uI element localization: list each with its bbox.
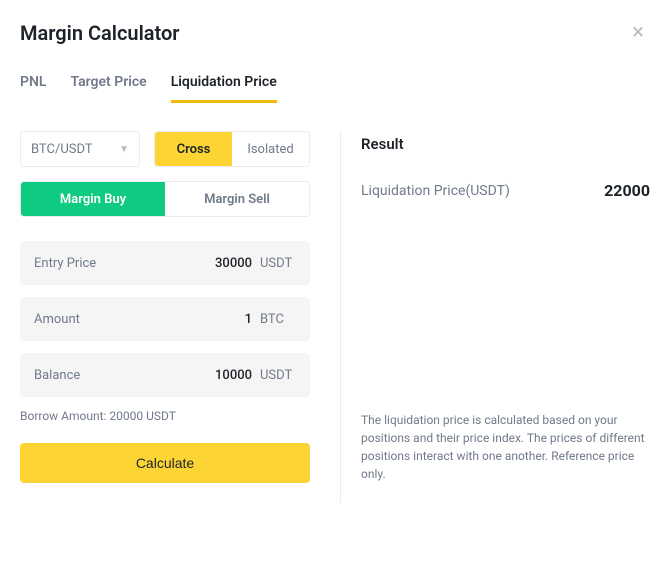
mode-toggle: Cross Isolated [154, 131, 310, 167]
margin-sell-button[interactable]: Margin Sell [165, 182, 309, 216]
amount-input[interactable] [162, 312, 252, 327]
liquidation-price-value: 22000 [604, 181, 650, 200]
pair-select-value: BTC/USDT [31, 142, 93, 157]
header: Margin Calculator × [20, 20, 650, 46]
page-title: Margin Calculator [20, 21, 180, 45]
result-panel: Result Liquidation Price(USDT) 22000 The… [340, 131, 650, 503]
liquidation-price-label: Liquidation Price(USDT) [361, 183, 510, 199]
tab-liquidation-price[interactable]: Liquidation Price [171, 74, 277, 103]
mode-cross-button[interactable]: Cross [155, 132, 232, 166]
balance-label: Balance [34, 368, 162, 383]
borrow-amount-text: Borrow Amount: 20000 USDT [20, 409, 310, 423]
tabs: PNL Target Price Liquidation Price [20, 74, 650, 103]
entry-price-unit: USDT [260, 256, 296, 271]
tab-pnl[interactable]: PNL [20, 74, 46, 103]
pair-select[interactable]: BTC/USDT ▼ [20, 131, 140, 167]
form-panel: BTC/USDT ▼ Cross Isolated Margin Buy Mar… [20, 131, 340, 503]
calculate-button[interactable]: Calculate [20, 443, 310, 483]
amount-unit: BTC [260, 312, 296, 327]
balance-unit: USDT [260, 368, 296, 383]
margin-buy-button[interactable]: Margin Buy [21, 182, 165, 216]
entry-price-input[interactable] [162, 256, 252, 271]
result-row-liquidation: Liquidation Price(USDT) 22000 [361, 181, 650, 200]
entry-price-label: Entry Price [34, 256, 162, 271]
amount-label: Amount [34, 312, 162, 327]
amount-field: Amount BTC [20, 297, 310, 341]
close-icon[interactable]: × [626, 20, 650, 46]
result-disclaimer: The liquidation price is calculated base… [361, 411, 650, 483]
balance-field: Balance USDT [20, 353, 310, 397]
balance-input[interactable] [162, 368, 252, 383]
entry-price-field: Entry Price USDT [20, 241, 310, 285]
result-title: Result [361, 135, 650, 153]
tab-target-price[interactable]: Target Price [70, 74, 146, 103]
side-toggle: Margin Buy Margin Sell [20, 181, 310, 217]
chevron-down-icon: ▼ [119, 144, 129, 155]
mode-isolated-button[interactable]: Isolated [232, 132, 309, 166]
